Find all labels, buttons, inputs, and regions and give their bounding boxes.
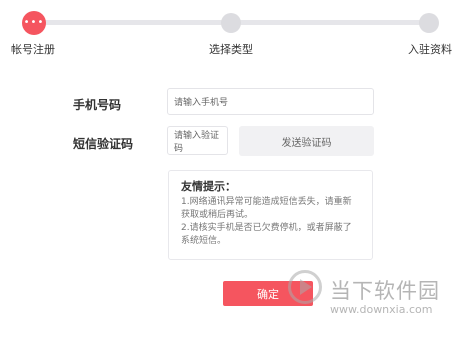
more-dots-icon: ••• [23,17,45,28]
tip-line: 获取或稍后再试。 [181,210,254,220]
watermark-url: www.downxia.com [330,303,433,316]
sms-code-input[interactable]: 请输入验证码 [167,126,228,155]
watermark-logo-icon [288,270,322,304]
tip-line: 1.网络通讯异常可能造成短信丢失，请重新 [181,197,352,207]
send-code-button[interactable]: 发送验证码 [239,126,374,156]
step-dot-account-register: ••• [22,11,46,35]
tip-line: 系统短信。 [181,236,227,246]
step-label-account-register: 帐号注册 [11,43,55,56]
phone-input[interactable]: 请输入手机号 [167,88,374,115]
tips-box: 友情提示： 1.网络通讯异常可能造成短信丢失，请重新 获取或稍后再试。 2.请核… [168,170,373,260]
step-dot-select-type [221,13,241,33]
step-label-select-type: 选择类型 [209,43,253,56]
step-dot-settle-info [419,13,439,33]
phone-placeholder: 请输入手机号 [174,98,229,108]
step-label-settle-info: 入驻资料 [408,43,452,56]
tips-title: 友情提示： [181,180,236,193]
sms-code-placeholder: 请输入验证码 [174,130,220,154]
sms-code-label: 短信验证码 [73,137,134,151]
phone-label: 手机号码 [73,98,122,112]
tip-line: 2.请核实手机是否已欠费停机，或者屏蔽了 [181,223,352,233]
watermark-text: 当下软件园 [330,279,440,303]
